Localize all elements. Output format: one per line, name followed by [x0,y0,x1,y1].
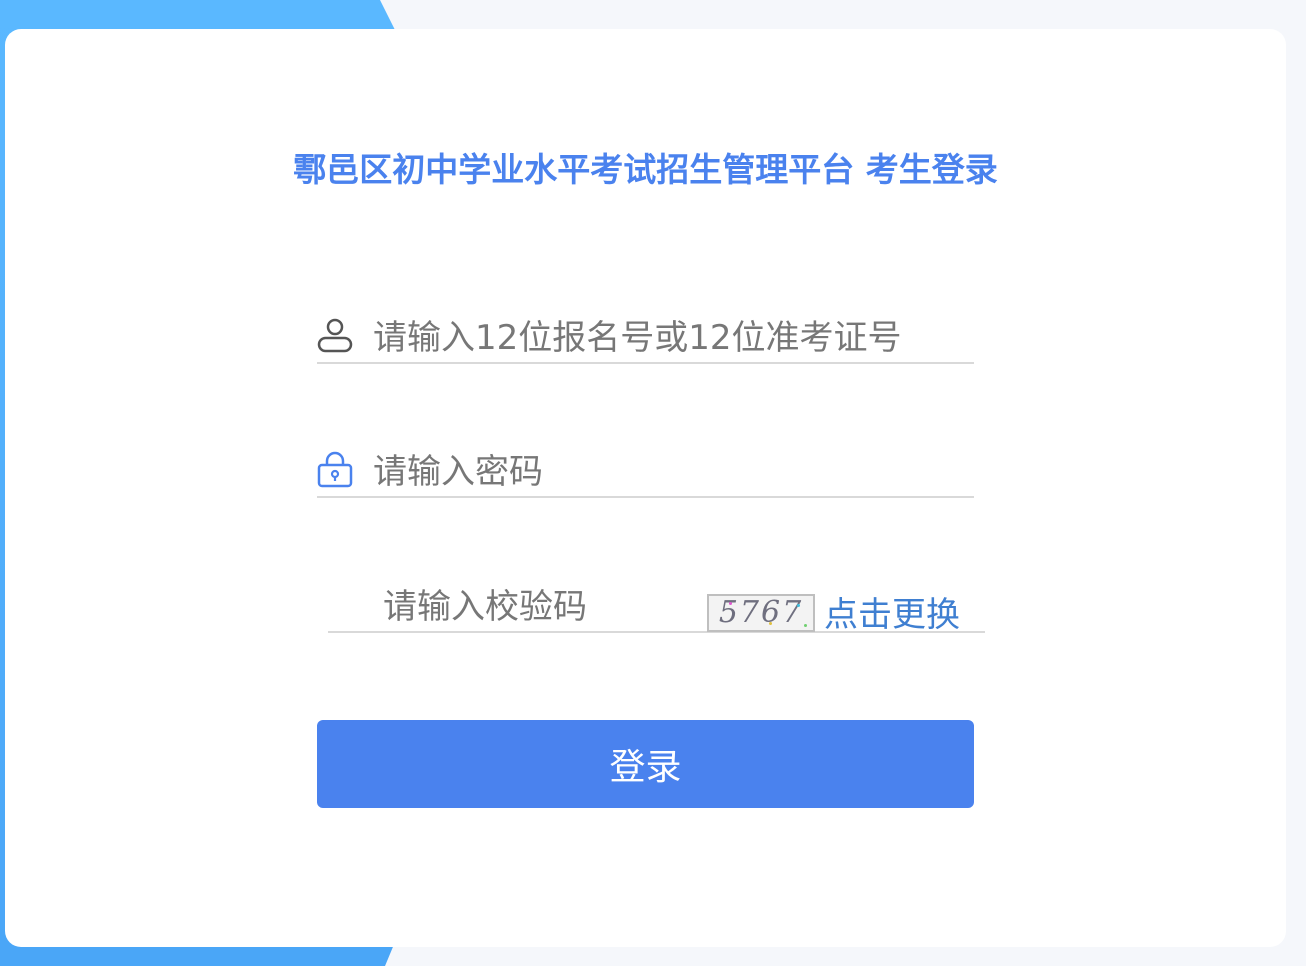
captcha-image[interactable]: 5767 [707,594,815,632]
captcha-text: 5767 [718,595,804,630]
lock-icon [317,450,353,490]
captcha-input[interactable] [383,587,703,627]
captcha-noise-dot [769,622,772,625]
captcha-noise-dot [729,602,732,605]
login-button[interactable]: 登录 [317,720,974,808]
password-input[interactable] [373,452,953,492]
captcha-noise-dot [797,604,800,607]
captcha-noise-dot [804,624,807,627]
refresh-captcha-link[interactable]: 点击更换 [824,587,960,636]
username-field-row [317,316,974,364]
username-input[interactable] [373,318,953,358]
password-field-row [317,450,974,498]
page-title: 鄠邑区初中学业水平考试招生管理平台 考生登录 [293,150,998,189]
user-icon [317,316,353,356]
captcha-field-row: 5767 点击更换 [328,583,985,636]
